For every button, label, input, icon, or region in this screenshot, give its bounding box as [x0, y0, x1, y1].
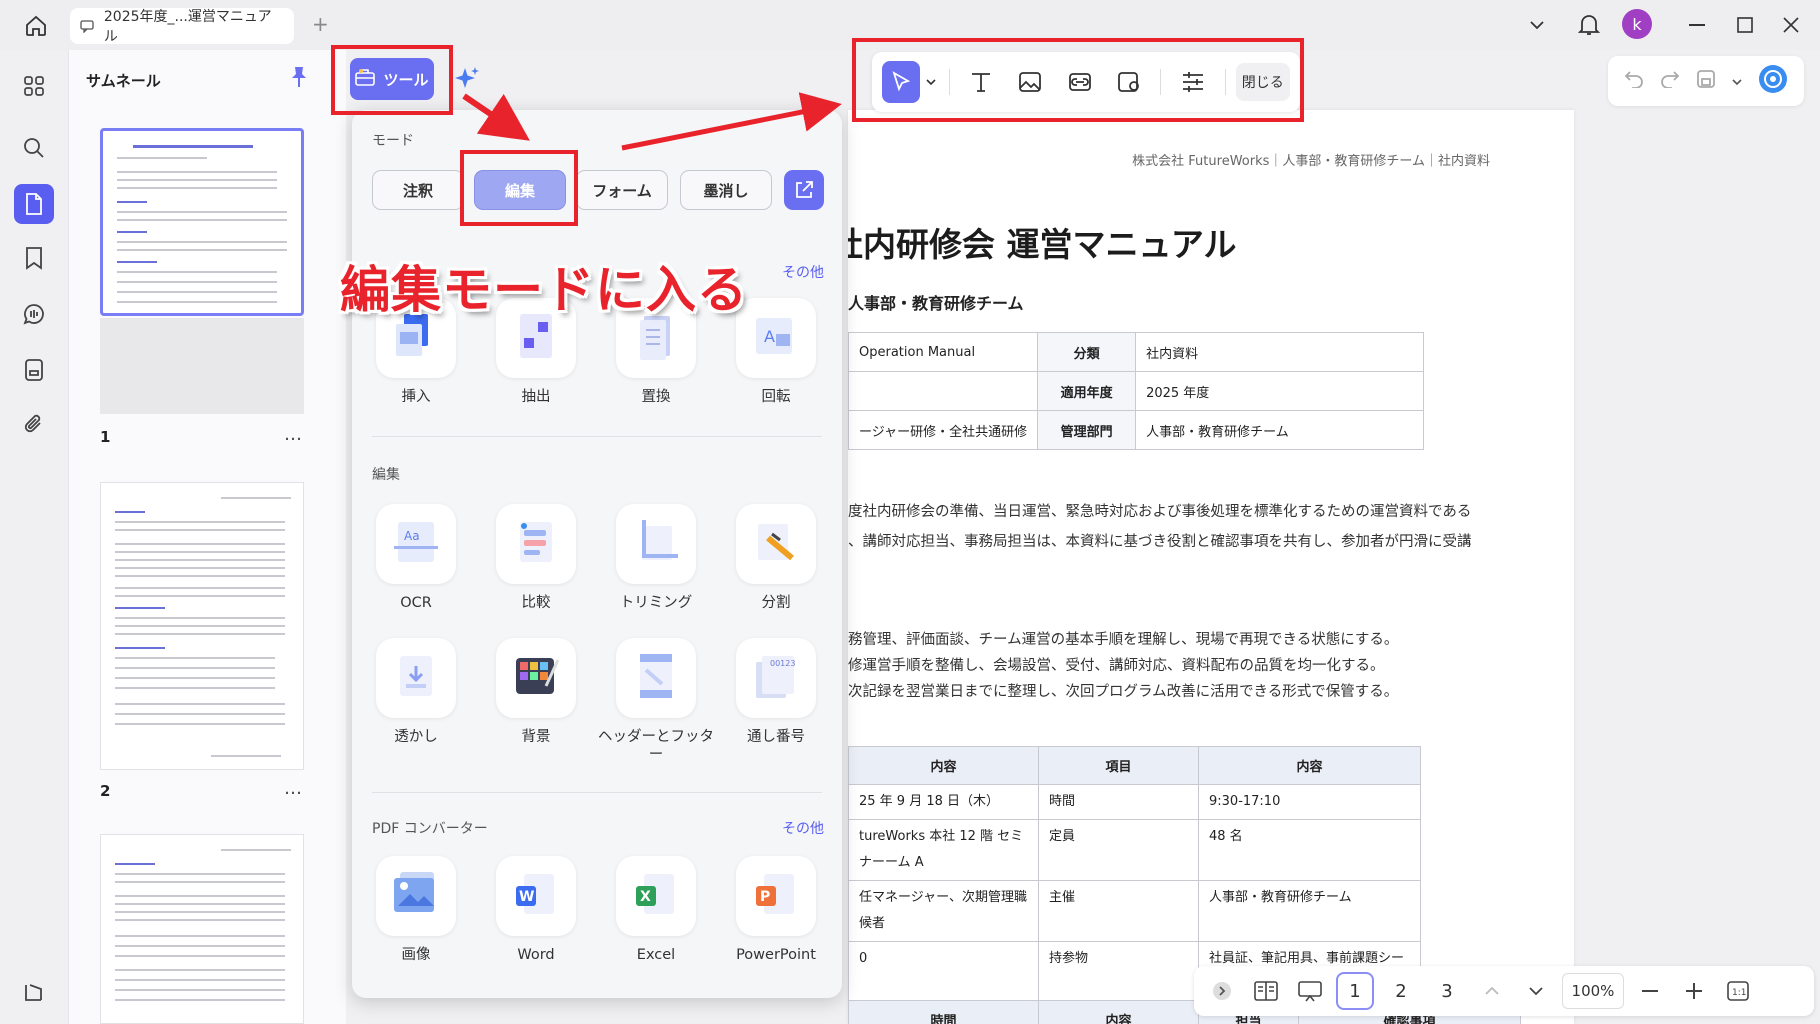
- zoom-in-icon[interactable]: [1676, 973, 1712, 1009]
- zoom-out-icon[interactable]: [1632, 973, 1668, 1009]
- zoom-level[interactable]: 100%: [1562, 973, 1624, 1009]
- page-button[interactable]: 3: [1428, 972, 1466, 1010]
- annotation-arrows: [462, 92, 842, 151]
- bottom-bar: 1 2 3 100% 1:1: [1194, 966, 1814, 1016]
- svg-text:1:1: 1:1: [1732, 988, 1746, 998]
- chevron-down-icon[interactable]: [1518, 973, 1554, 1009]
- fit-page-icon[interactable]: 1:1: [1720, 973, 1756, 1009]
- page-layout-icon[interactable]: [1248, 973, 1284, 1009]
- chevron-up-icon[interactable]: [1474, 973, 1510, 1009]
- presentation-icon[interactable]: [1292, 973, 1328, 1009]
- page-button[interactable]: 1: [1336, 972, 1374, 1010]
- chevron-right-icon[interactable]: [1204, 973, 1240, 1009]
- page-button[interactable]: 2: [1382, 972, 1420, 1010]
- annotation-text: 編集モードに入る: [340, 261, 748, 319]
